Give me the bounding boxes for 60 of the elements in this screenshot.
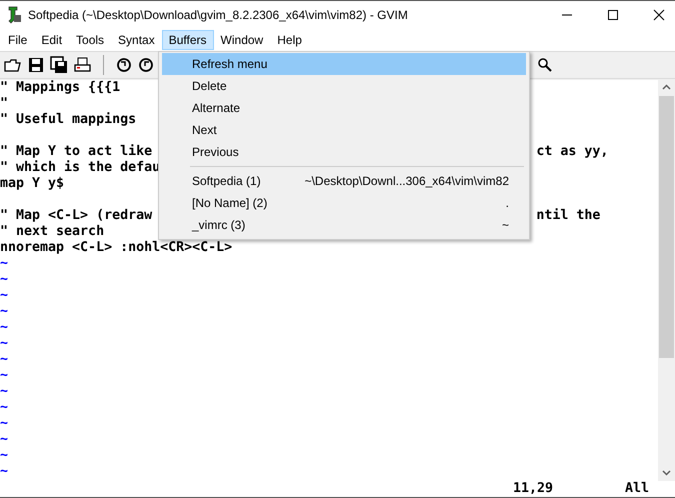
empty-line-marker: ~ <box>0 432 8 447</box>
code-line: " next search <box>0 224 104 239</box>
menu-option[interactable]: Previous <box>162 141 526 163</box>
menu-item[interactable]: Help <box>270 30 309 50</box>
empty-line-marker: ~ <box>0 384 8 399</box>
empty-line-marker: ~ <box>0 304 8 319</box>
printer-icon[interactable] <box>74 56 91 73</box>
empty-line-marker: ~ <box>0 336 8 351</box>
menu-item[interactable]: Window <box>214 30 270 50</box>
empty-line-marker: ~ <box>0 400 8 415</box>
code-line: " Map Y to act like <box>0 144 152 160</box>
app-icon <box>6 6 22 24</box>
empty-line-marker: ~ <box>0 368 8 383</box>
menu-option[interactable]: Delete <box>162 75 526 97</box>
code-line: " Mappings {{{1 <box>0 80 120 95</box>
code-line: " Map <C-L> (redraw <box>0 208 152 224</box>
folder-icon[interactable] <box>4 56 22 73</box>
buffer-name: Softpedia (1) <box>192 173 261 190</box>
buffer-option[interactable]: Softpedia (1) ~\Desktop\Downl...306_x64\vim\vim82 <box>162 170 526 192</box>
empty-line-marker: ~ <box>0 416 8 431</box>
menu-item[interactable]: Tools <box>69 30 112 50</box>
scroll-position: All <box>625 481 650 497</box>
buffer-path: ~ <box>502 217 509 234</box>
undo-icon[interactable] <box>116 56 132 73</box>
empty-line-marker: ~ <box>0 448 8 463</box>
code-line: ct as yy, <box>536 144 608 160</box>
empty-line-marker: ~ <box>0 352 8 367</box>
menu-option[interactable]: Next <box>162 119 526 141</box>
empty-line-marker: ~ <box>0 272 8 287</box>
buffer-option[interactable]: _vimrc (3) ~ <box>162 214 526 236</box>
empty-line-marker: ~ <box>0 256 8 271</box>
empty-line-marker: ~ <box>0 464 8 479</box>
code-line: nnoremap <C-L> :nohl<CR><C-L> <box>0 240 232 255</box>
buffer-path: . <box>506 195 509 212</box>
code-line: " Useful mappings <box>0 112 136 127</box>
buffer-name: [No Name] (2) <box>192 195 268 212</box>
code-line: ntil the <box>536 208 600 224</box>
code-line: map Y y$ <box>0 176 64 191</box>
menu-item[interactable]: Edit <box>34 30 70 50</box>
empty-line-marker: ~ <box>0 320 8 335</box>
empty-line-marker: ~ <box>0 288 8 303</box>
window-title: Softpedia (~\Desktop\Download\gvim_8.2.2306_x64\vim\vim82) - GVIM <box>28 8 408 22</box>
menu-item[interactable]: Syntax <box>111 30 162 50</box>
buffer-path: ~\Desktop\Downl...306_x64\vim\vim82 <box>304 173 509 190</box>
floppy-icon[interactable] <box>28 56 44 73</box>
buffer-name: _vimrc (3) <box>192 217 246 234</box>
redo-icon[interactable] <box>138 56 154 73</box>
floppies-icon[interactable] <box>50 56 68 74</box>
cursor-position: 11,29 <box>513 481 554 497</box>
menu-item[interactable]: File <box>1 30 34 50</box>
scrollbar-thumb[interactable] <box>659 96 674 358</box>
menu-option[interactable]: Alternate <box>162 97 526 119</box>
code-line: " <box>0 96 8 111</box>
maximize-icon[interactable] <box>607 9 619 22</box>
code-line: " which is the defau <box>0 160 160 175</box>
search-icon[interactable] <box>537 56 553 73</box>
buffer-option[interactable]: [No Name] (2) . <box>162 192 526 214</box>
menu-option[interactable]: Refresh menu <box>162 53 526 75</box>
menu-item[interactable]: Buffers <box>162 30 214 50</box>
close-icon[interactable] <box>653 9 665 22</box>
